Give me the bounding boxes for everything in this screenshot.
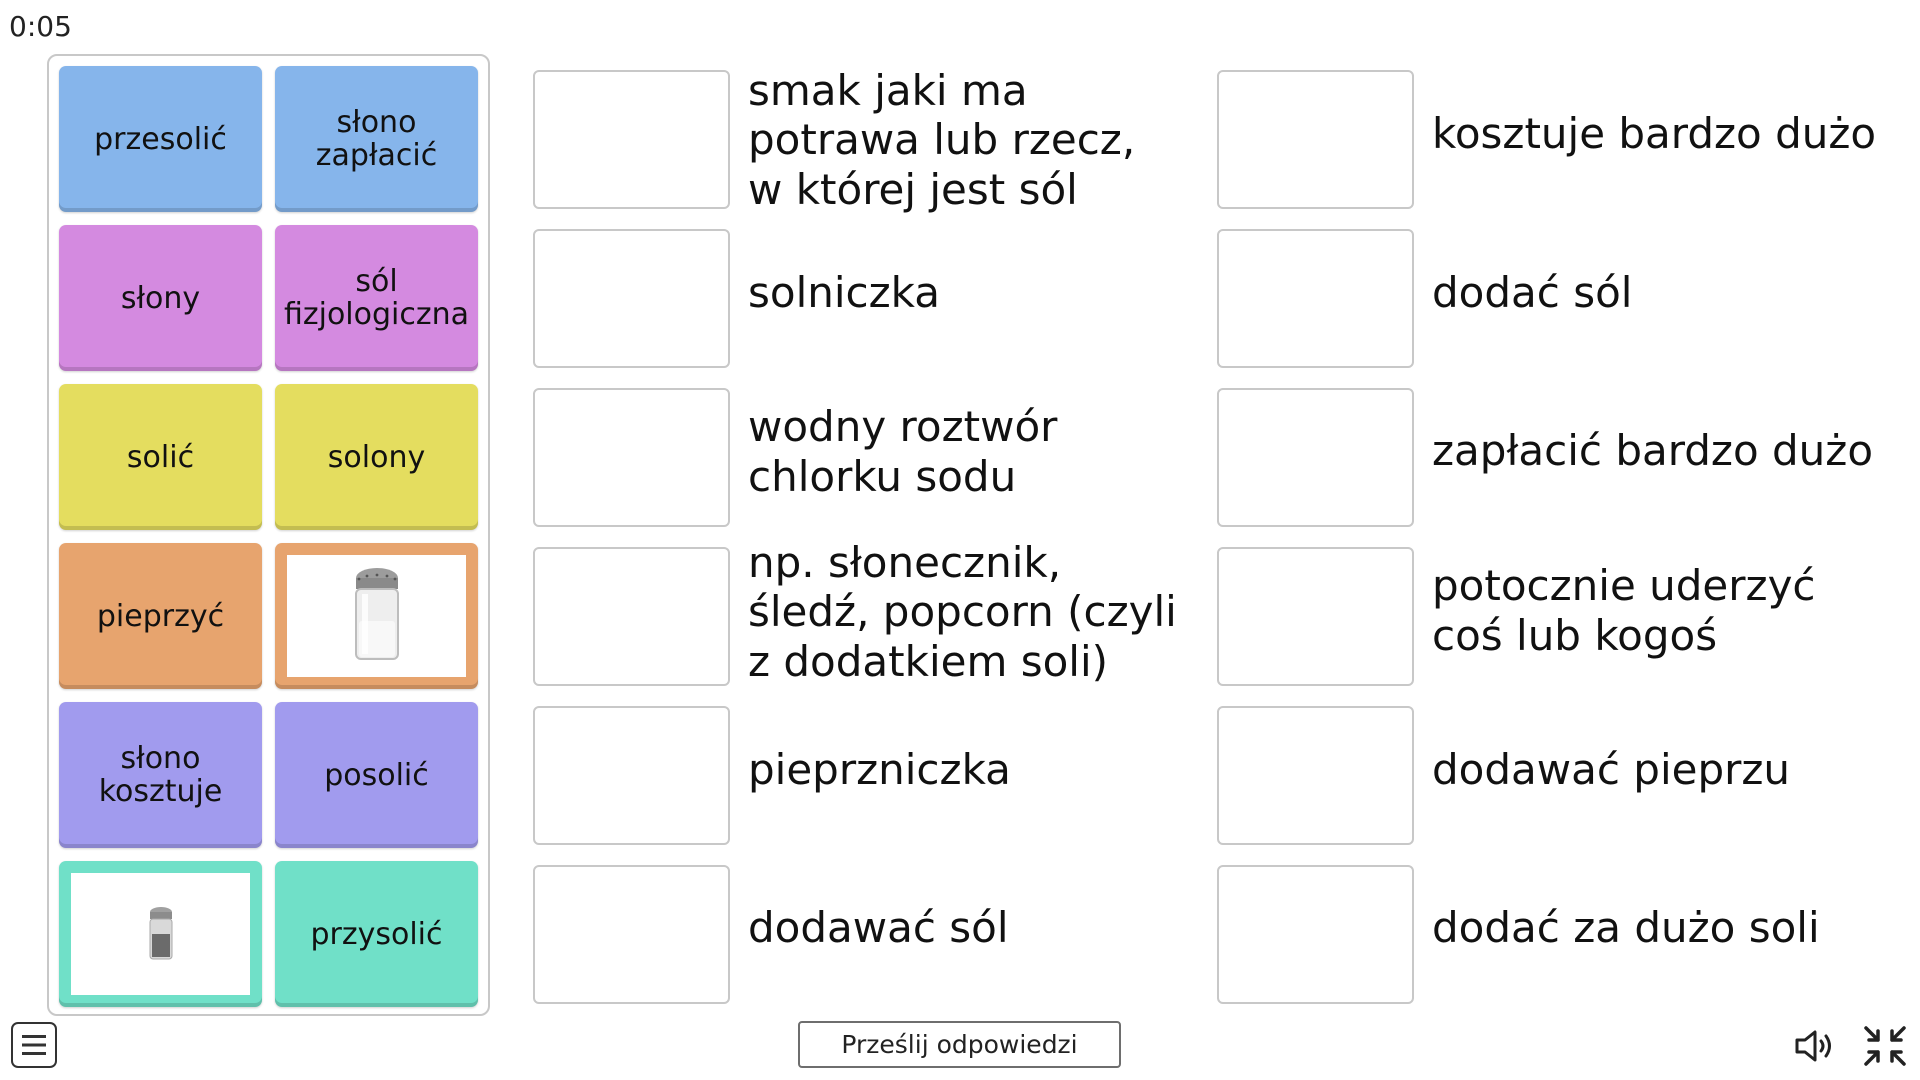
drop-slot[interactable] bbox=[1217, 706, 1414, 845]
drop-slot[interactable] bbox=[1217, 388, 1414, 527]
card-salt-shaker[interactable] bbox=[275, 543, 478, 689]
card-pepper-shaker[interactable] bbox=[59, 861, 262, 1007]
drop-slot[interactable] bbox=[1217, 70, 1414, 209]
drop-slot[interactable] bbox=[533, 388, 730, 527]
card-solic[interactable]: solić bbox=[59, 384, 262, 530]
menu-button[interactable] bbox=[11, 1022, 57, 1068]
card-przysolic[interactable]: przysolić bbox=[275, 861, 478, 1007]
speaker-icon bbox=[1795, 1030, 1831, 1062]
definition: dodawać sól bbox=[748, 903, 1009, 953]
definition: kosztuje bardzo dużo bbox=[1432, 109, 1877, 159]
card-tray: przesolić słono zapłacić słony sól fizjo… bbox=[47, 54, 490, 1016]
definition: dodawać pieprzu bbox=[1432, 745, 1791, 795]
drop-slot[interactable] bbox=[533, 70, 730, 209]
exit-fullscreen-icon bbox=[1864, 1026, 1906, 1066]
card-przesolic[interactable]: przesolić bbox=[59, 66, 262, 212]
card-slono-kosztuje[interactable]: słono kosztuje bbox=[59, 702, 262, 848]
salt-shaker-icon bbox=[354, 568, 399, 660]
drop-slot[interactable] bbox=[533, 706, 730, 845]
definition: dodać za dużo soli bbox=[1432, 903, 1820, 953]
card-sol-fizjologiczna[interactable]: sól fizjologiczna bbox=[275, 225, 478, 371]
definition: solniczka bbox=[748, 268, 940, 318]
submit-answers-button[interactable]: Prześlij odpowiedzi bbox=[798, 1021, 1121, 1068]
card-slony[interactable]: słony bbox=[59, 225, 262, 371]
card-slono-zaplacic[interactable]: słono zapłacić bbox=[275, 66, 478, 212]
definition: pieprzniczka bbox=[748, 745, 1011, 795]
drop-slot[interactable] bbox=[533, 865, 730, 1004]
definition: potocznie uderzyć coś lub kogoś bbox=[1432, 561, 1816, 660]
pepper-shaker-icon bbox=[149, 907, 172, 960]
drop-slot[interactable] bbox=[533, 547, 730, 686]
definition: dodać sól bbox=[1432, 268, 1633, 318]
timer: 0:05 bbox=[9, 10, 72, 43]
definition: zapłacić bardzo dużo bbox=[1432, 426, 1874, 476]
card-posolic[interactable]: posolić bbox=[275, 702, 478, 848]
drop-slot[interactable] bbox=[1217, 229, 1414, 368]
definition: wodny roztwór chlorku sodu bbox=[748, 402, 1058, 501]
definition: np. słonecznik, śledź, popcorn (czyli z do… bbox=[748, 537, 1177, 686]
card-pieprzyc[interactable]: pieprzyć bbox=[59, 543, 262, 689]
definition: smak jaki ma potrawa lub rzecz, w której j… bbox=[748, 65, 1136, 214]
card-solony[interactable]: solony bbox=[275, 384, 478, 530]
drop-slot[interactable] bbox=[533, 229, 730, 368]
pepper-shaker-image bbox=[71, 873, 250, 995]
menu-icon bbox=[22, 1035, 46, 1055]
drop-slot[interactable] bbox=[1217, 865, 1414, 1004]
salt-shaker-image bbox=[287, 555, 466, 677]
drop-slot[interactable] bbox=[1217, 547, 1414, 686]
sound-button[interactable] bbox=[1792, 1024, 1838, 1068]
exit-fullscreen-button[interactable] bbox=[1862, 1024, 1908, 1068]
